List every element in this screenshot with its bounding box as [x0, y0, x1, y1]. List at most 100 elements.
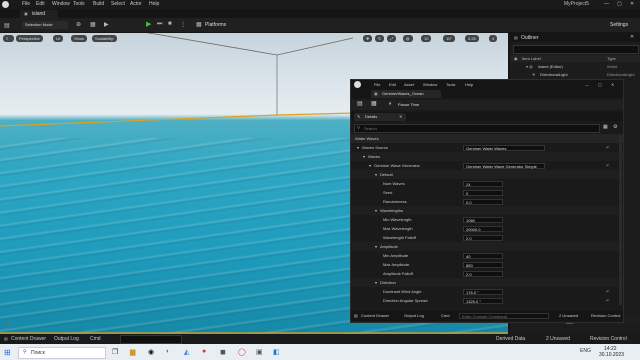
wavelength-falloff-input[interactable]: 2.0 [463, 235, 503, 241]
save-icon[interactable]: ▤ [4, 22, 10, 29]
min-amplitude-input[interactable]: 40 [463, 253, 503, 259]
outliner-row[interactable]: ▾ ◍ island (Editor) World [510, 63, 640, 70]
browse-icon[interactable]: ▦ [371, 100, 377, 109]
grid-snap-value[interactable]: 10 [421, 35, 432, 42]
wavelengths-group-row[interactable]: ▾ Wavelengths [351, 206, 623, 215]
waves-source-dropdown[interactable]: Gerstner Water Waves [463, 145, 545, 151]
randomness-input[interactable]: 0.0 [463, 199, 503, 205]
lit-button[interactable]: Lit [53, 35, 64, 42]
window-menu-window[interactable]: Window [423, 80, 437, 89]
windows-start-icon[interactable]: ⊞ [4, 348, 11, 357]
wave-generator-dropdown[interactable]: Gerstner Water Wave Generator Simple [463, 163, 545, 169]
app-icon[interactable]: ● [202, 348, 206, 355]
reset-icon[interactable]: ↶ [606, 296, 609, 305]
perspective-button[interactable]: Perspective [16, 35, 43, 42]
amplitude-falloff-input[interactable]: 2.0 [463, 271, 503, 277]
menu-window[interactable]: Window [52, 1, 70, 7]
derived-data-button[interactable]: Derived Data [496, 336, 525, 342]
window-menu-asset[interactable]: Asset [404, 80, 414, 89]
cmd-button[interactable]: Cmd [90, 336, 101, 342]
rotate-icon[interactable]: ↻ [375, 35, 385, 42]
show-button[interactable]: Show [71, 35, 88, 42]
app-icon[interactable]: ▣ [256, 348, 263, 356]
platforms-button[interactable]: Platforms [205, 22, 226, 28]
outliner-row[interactable]: ☀ DirectionalLight DirectionalLight [510, 71, 640, 78]
direction-angular-spread-input[interactable]: 1325.0 ° [463, 298, 503, 304]
cmd-button[interactable]: Cmd [441, 311, 449, 320]
grid-view-icon[interactable]: ▦ [603, 124, 608, 130]
max-wavelength-input[interactable]: 20000.0 [463, 226, 503, 232]
app-icon[interactable]: ◧ [273, 348, 280, 356]
content-drawer-button[interactable]: Content Drawer [361, 311, 389, 320]
menu-select[interactable]: Select [111, 1, 125, 7]
maximize-icon[interactable]: ▢ [617, 1, 622, 7]
menu-build[interactable]: Build [93, 1, 104, 7]
category-water-waves[interactable]: Water Waves [351, 134, 623, 143]
expand-arrow-icon[interactable]: ▾ [375, 278, 377, 287]
blueprint-icon[interactable]: ▦ [90, 21, 96, 28]
window-menu-file[interactable]: File [374, 80, 380, 89]
window-menu-tools[interactable]: Tools [446, 80, 455, 89]
outliner-search-input[interactable] [513, 45, 639, 54]
reset-icon[interactable]: ↶ [606, 143, 609, 152]
max-amplitude-input[interactable]: 850 [463, 262, 503, 268]
details-search-input[interactable]: ⚲ Search [354, 124, 600, 133]
viewport-menu-icon[interactable]: ≡ [3, 35, 14, 42]
add-icon[interactable]: ⊕ [76, 21, 81, 28]
save-icon[interactable]: ▤ [357, 100, 363, 109]
minimize-icon[interactable]: — [604, 1, 609, 7]
unsaved-button[interactable]: 2 Unsaved [546, 336, 570, 342]
window-close-icon[interactable]: ✕ [611, 80, 614, 89]
unreal-taskbar-icon[interactable]: ◉ [148, 348, 154, 356]
expand-arrow-icon[interactable]: ▾ [375, 242, 377, 251]
asset-tab[interactable]: ▣ GerstnerWaves_Ocean [371, 90, 441, 98]
seed-input[interactable]: 0 [463, 190, 503, 196]
details-scrollbar[interactable] [619, 135, 622, 305]
waves-group-row[interactable]: ▾ Waves [351, 152, 623, 161]
rotate-snap-value[interactable]: 10° [443, 35, 456, 42]
column-type[interactable]: Type [607, 56, 616, 61]
level-tab[interactable]: ▣ island [20, 10, 58, 18]
window-menu-help[interactable]: Help [465, 80, 473, 89]
unsaved-button[interactable]: 2 Unsaved [559, 311, 578, 320]
play-options-icon[interactable]: ⋮ [180, 21, 186, 28]
num-waves-input[interactable]: 24 [463, 181, 503, 187]
scale-snap-value[interactable]: 0.25 [465, 35, 479, 42]
revision-control-button[interactable]: Revision Control [590, 336, 627, 342]
outliner-close-icon[interactable]: ✕ [630, 34, 634, 40]
console-input[interactable]: Enter Console Command [459, 313, 549, 319]
world-icon[interactable]: ◍ [403, 35, 413, 42]
scale-icon[interactable]: ⤢ [387, 35, 397, 42]
menu-file[interactable]: File [22, 1, 30, 7]
output-log-button[interactable]: Output Log [404, 311, 424, 320]
opera-icon[interactable]: ◯ [238, 348, 246, 356]
details-close-icon[interactable]: ✕ [399, 112, 402, 121]
default-group-row[interactable]: ▾ Default [351, 170, 623, 179]
window-maximize-icon[interactable]: ▢ [598, 80, 602, 89]
scalability-button[interactable]: Scalability: Cinematic [92, 35, 118, 48]
revision-control-button[interactable]: Revision Control [591, 311, 620, 320]
settings-button[interactable]: Settings [610, 22, 628, 28]
column-item-label[interactable]: Item Label [522, 56, 541, 61]
menu-edit[interactable]: Edit [36, 1, 45, 7]
step-icon[interactable]: ⏭ [157, 21, 162, 28]
menu-actor[interactable]: Actor [130, 1, 142, 7]
content-drawer-button[interactable]: Content Drawer [11, 336, 46, 342]
pause-time-button[interactable]: Pause Time [398, 100, 419, 109]
app-icon[interactable]: ◼ [220, 348, 226, 356]
direction-group-row[interactable]: ▾ Direction [351, 278, 623, 287]
output-log-button[interactable]: Output Log [54, 336, 79, 342]
play-icon[interactable]: ▶ [146, 20, 151, 28]
window-menu-edit[interactable]: Edit [389, 80, 396, 89]
telegram-icon[interactable]: ◭ [184, 348, 189, 356]
expand-arrow-icon[interactable]: ▾ [375, 206, 377, 215]
min-wavelength-input[interactable]: 1060 [463, 217, 503, 223]
menu-tools[interactable]: Tools [73, 1, 85, 7]
reset-icon[interactable]: ↶ [606, 287, 609, 296]
details-tab[interactable]: ✎ Details ✕ [354, 113, 406, 121]
expand-arrow-icon[interactable]: ▾ [363, 152, 365, 161]
selection-mode-button[interactable]: Selection Mode [22, 21, 68, 29]
dominant-wind-angle-input[interactable]: 176.0 ° [463, 289, 503, 295]
cinematics-icon[interactable]: ▶ [104, 21, 109, 28]
unreal-logo-icon[interactable] [2, 1, 9, 8]
